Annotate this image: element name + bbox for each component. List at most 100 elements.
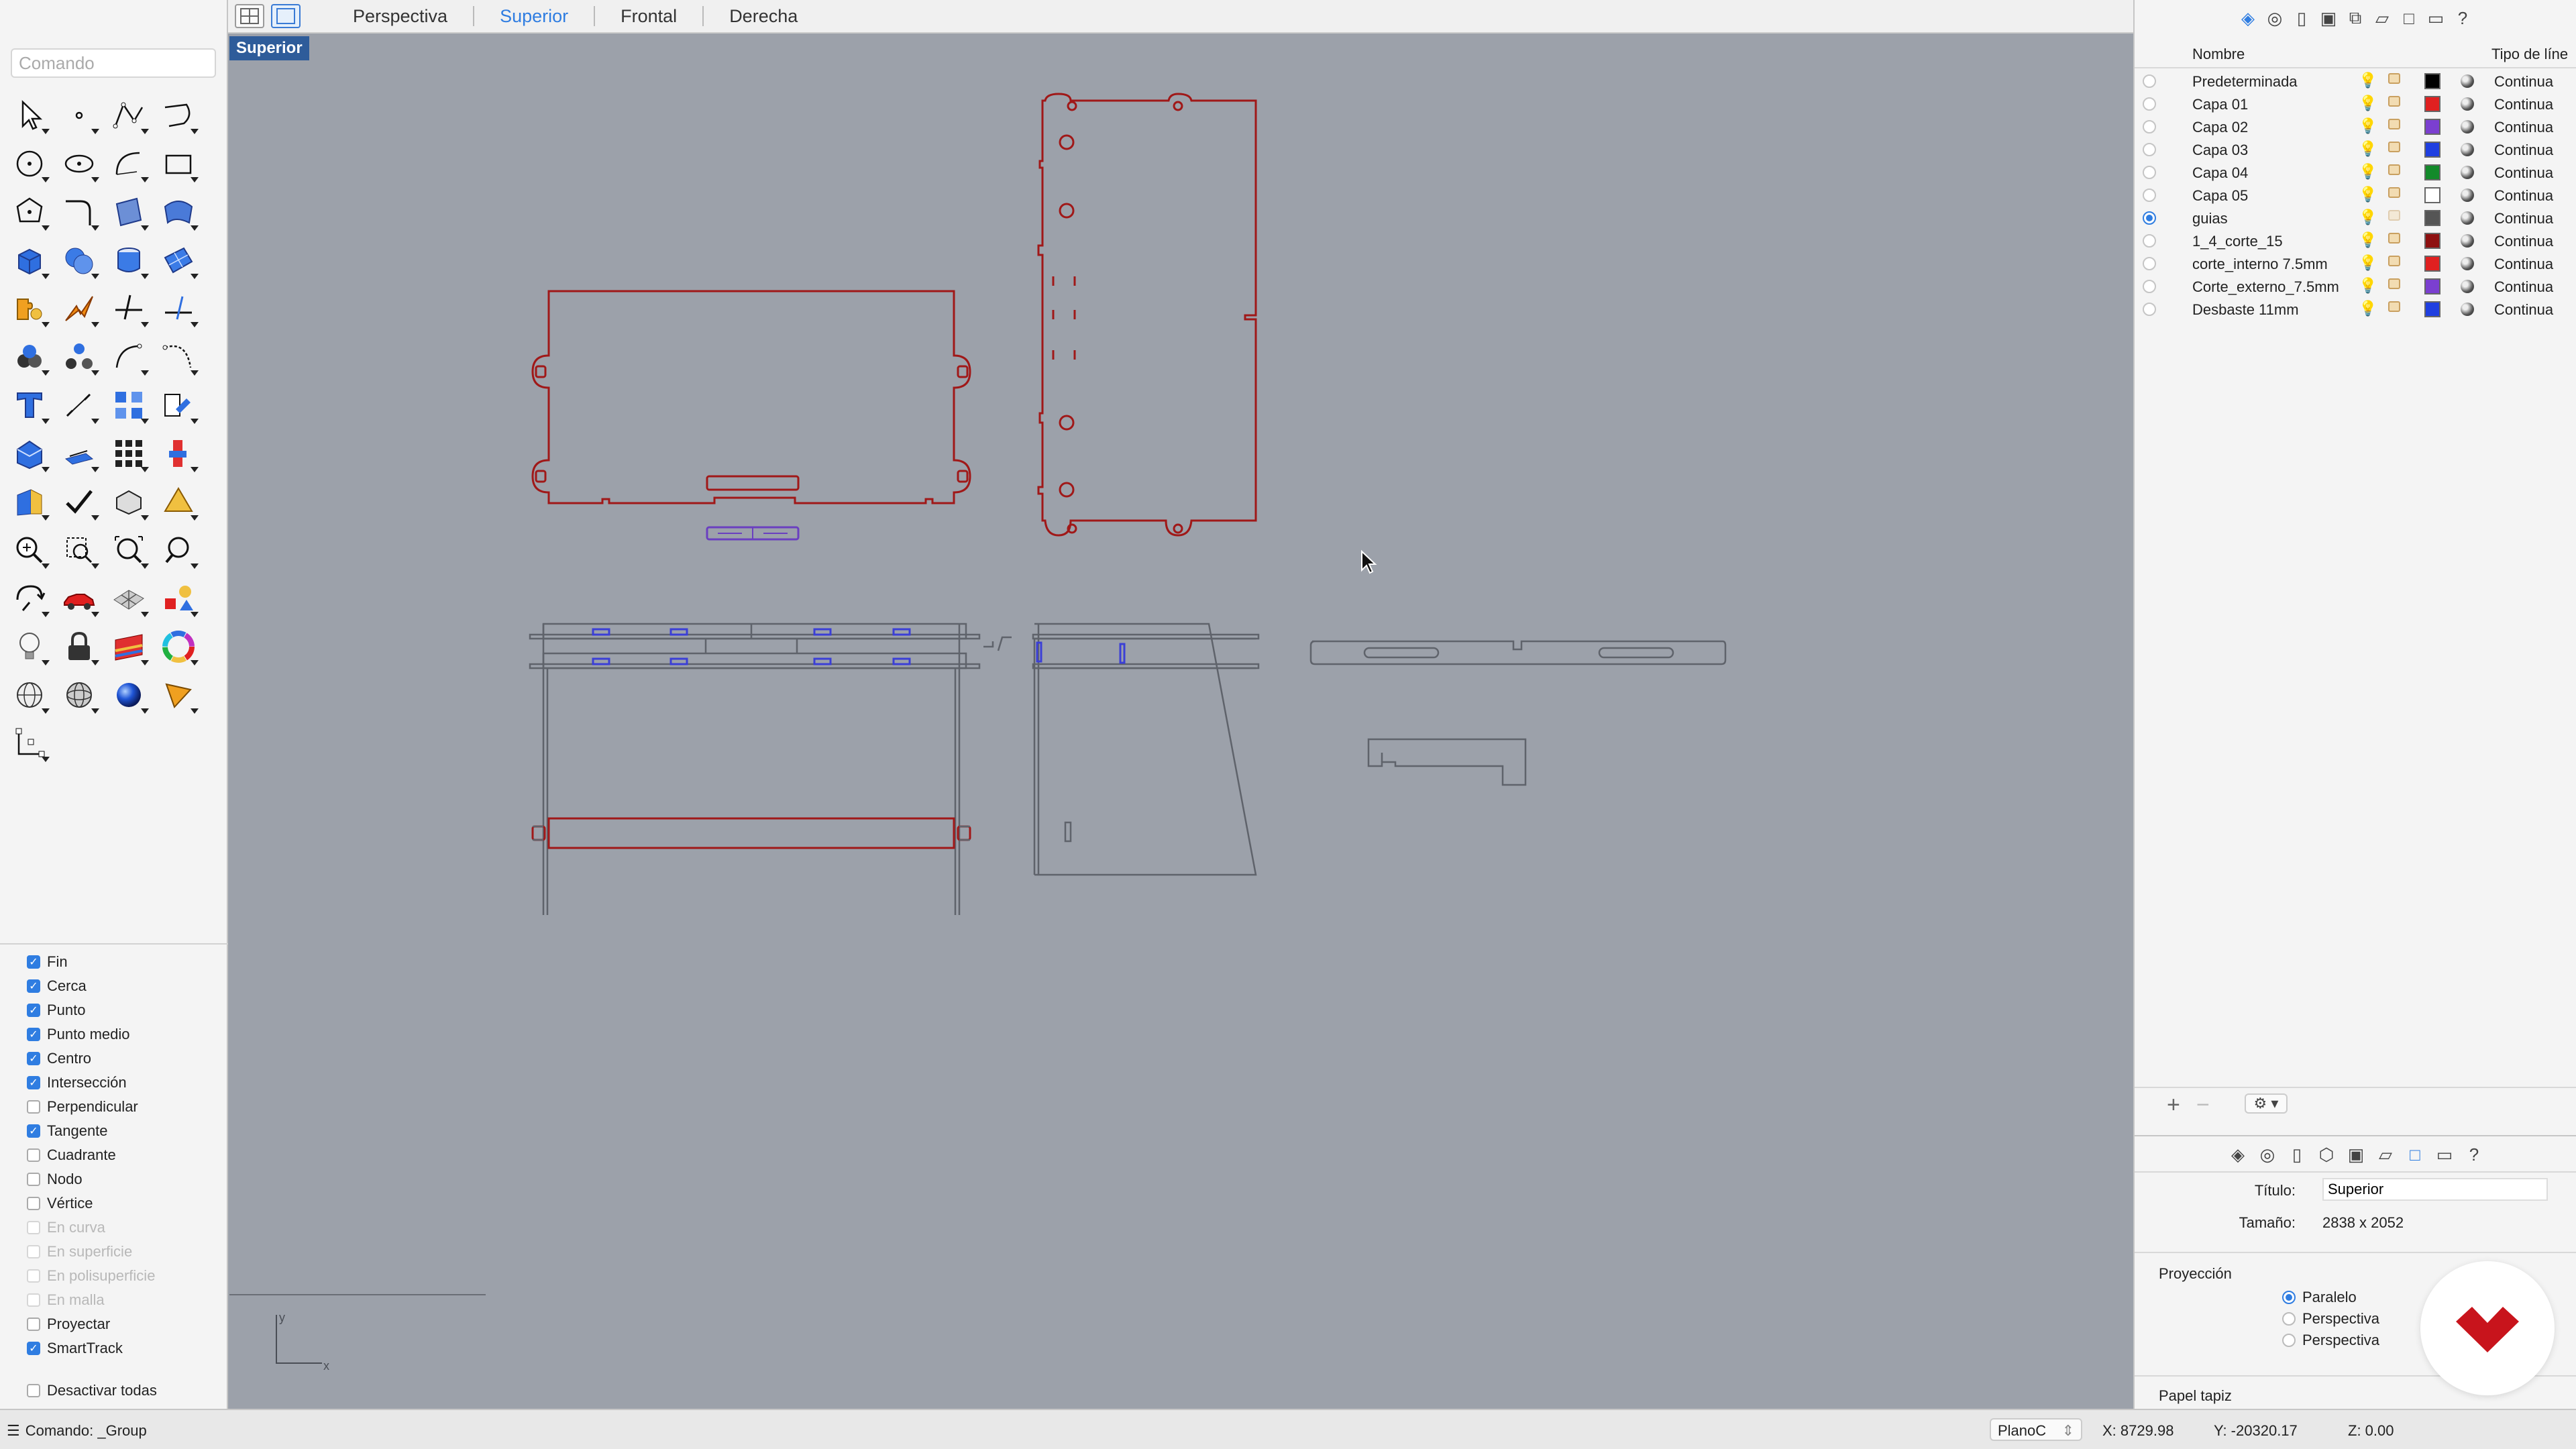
layer-row[interactable]: Capa 03 💡 Continua xyxy=(2135,138,2576,161)
layer-color-swatch[interactable] xyxy=(2424,119,2440,135)
layer-linetype[interactable]: Continua xyxy=(2494,301,2553,319)
layer-current-radio[interactable] xyxy=(2143,74,2156,88)
props-camera-icon[interactable]: ▣ xyxy=(2343,1142,2369,1167)
layer-visibility-bulb-icon[interactable]: 💡 xyxy=(2359,117,2377,135)
rebuild-curve-icon[interactable] xyxy=(154,333,203,381)
blend-tool-icon[interactable] xyxy=(154,381,203,429)
shapes-tool-icon[interactable] xyxy=(154,574,203,623)
layer-linetype[interactable]: Continua xyxy=(2494,73,2553,91)
layer-color-swatch[interactable] xyxy=(2424,187,2440,203)
layers-panel-icon[interactable]: ◈ xyxy=(2235,5,2261,31)
puzzle-tool-icon[interactable] xyxy=(5,284,54,333)
layer-visibility-bulb-icon[interactable]: 💡 xyxy=(2359,186,2377,203)
layer-linetype[interactable]: Continua xyxy=(2494,256,2553,273)
layer-name[interactable]: Corte_externo_7.5mm xyxy=(2192,278,2339,296)
layer-row[interactable]: corte_interno 7.5mm 💡 Continua xyxy=(2135,252,2576,275)
layer-name[interactable]: Predeterminada xyxy=(2192,73,2298,91)
side-panel-outline[interactable] xyxy=(1037,93,1257,537)
help-icon[interactable]: ? xyxy=(2450,5,2475,31)
osnap-en-superficie[interactable]: En superficie xyxy=(27,1240,155,1264)
front-elevation-base[interactable] xyxy=(531,817,971,849)
tab-perspectiva[interactable]: Perspectiva xyxy=(327,6,475,26)
osnap-checkbox[interactable] xyxy=(27,1221,40,1234)
disable-all-checkbox[interactable] xyxy=(27,1384,40,1397)
layer-visibility-bulb-icon[interactable]: 💡 xyxy=(2359,140,2377,158)
layer-material-icon[interactable] xyxy=(2461,189,2474,202)
layer-current-radio[interactable] xyxy=(2143,280,2156,293)
layer-visibility-bulb-icon[interactable]: 💡 xyxy=(2359,72,2377,89)
osnap-en-malla[interactable]: En malla xyxy=(27,1288,155,1312)
projection-radio[interactable] xyxy=(2282,1291,2296,1304)
osnap-punto-medio[interactable]: ✓ Punto medio xyxy=(27,1022,155,1046)
title-field[interactable] xyxy=(2322,1178,2548,1201)
surface-edit-icon[interactable] xyxy=(154,188,203,236)
layer-lock-icon[interactable] xyxy=(2388,210,2400,221)
osnap-checkbox[interactable] xyxy=(27,1293,40,1307)
text-tool-icon[interactable] xyxy=(5,381,54,429)
viewport-panel-icon[interactable]: □ xyxy=(2396,5,2422,31)
props-layers-icon[interactable]: ◈ xyxy=(2225,1142,2251,1167)
group-tool-icon[interactable] xyxy=(5,333,54,381)
osnap-checkbox[interactable]: ✓ xyxy=(27,1028,40,1041)
tab-superior[interactable]: Superior xyxy=(474,6,596,26)
layer-row[interactable]: Capa 01 💡 Continua xyxy=(2135,93,2576,115)
layers-header-name[interactable]: Nombre xyxy=(2192,46,2245,63)
construction-plane-select[interactable]: PlanoC ⇕ xyxy=(1990,1418,2082,1441)
layer-current-radio[interactable] xyxy=(2143,143,2156,156)
render-panel-icon[interactable]: ⧉ xyxy=(2343,5,2368,31)
osnap-intersección[interactable]: ✓ Intersección xyxy=(27,1071,155,1095)
cylinder-tool-icon[interactable] xyxy=(105,236,153,284)
tab-frontal[interactable]: Frontal xyxy=(595,6,704,26)
layer-name[interactable]: Capa 04 xyxy=(2192,164,2248,182)
layer-current-radio[interactable] xyxy=(2143,166,2156,179)
props-material-icon[interactable]: ◎ xyxy=(2255,1142,2280,1167)
osnap-smarttrack[interactable]: ✓ SmartTrack xyxy=(27,1336,155,1360)
layer-row[interactable]: Desbaste 11mm 💡 Continua xyxy=(2135,298,2576,321)
layer-row[interactable]: 1_4_corte_15 💡 Continua xyxy=(2135,229,2576,252)
layer-name[interactable]: Capa 05 xyxy=(2192,187,2248,205)
layer-row[interactable]: guias 💡 Continua xyxy=(2135,207,2576,229)
viewport-label[interactable]: Superior xyxy=(229,36,309,60)
explode-tool-icon[interactable] xyxy=(55,284,103,333)
mesh-tool-icon[interactable] xyxy=(154,236,203,284)
add-layer-button[interactable]: + xyxy=(2167,1092,2180,1118)
layer-current-radio[interactable] xyxy=(2143,97,2156,111)
layer-linetype[interactable]: Continua xyxy=(2494,210,2553,227)
command-input[interactable] xyxy=(11,48,216,78)
solid-tool-icon[interactable] xyxy=(5,429,54,478)
front-panel-outline[interactable] xyxy=(531,290,971,504)
layer-color-swatch[interactable] xyxy=(2424,210,2440,226)
layer-current-radio[interactable] xyxy=(2143,257,2156,270)
layer-row[interactable]: Capa 05 💡 Continua xyxy=(2135,184,2576,207)
front-elevation-base-guides[interactable] xyxy=(533,825,970,841)
curve-tool-icon[interactable] xyxy=(154,91,203,140)
osnap-en-curva[interactable]: En curva xyxy=(27,1216,155,1240)
layer-name[interactable]: Capa 03 xyxy=(2192,142,2248,159)
layer-lock-icon[interactable] xyxy=(2388,256,2400,266)
osnap-tangente[interactable]: ✓ Tangente xyxy=(27,1119,155,1143)
gumball-tool-icon[interactable] xyxy=(154,429,203,478)
circle-tool-icon[interactable] xyxy=(5,140,54,188)
layer-linetype[interactable]: Continua xyxy=(2494,187,2553,205)
layer-color-swatch[interactable] xyxy=(2424,256,2440,272)
layer-linetype[interactable]: Continua xyxy=(2494,164,2553,182)
remove-layer-button[interactable]: − xyxy=(2196,1092,2210,1118)
layer-material-icon[interactable] xyxy=(2461,143,2474,156)
props-viewport-icon[interactable]: □ xyxy=(2402,1142,2428,1167)
osnap-checkbox[interactable]: ✓ xyxy=(27,979,40,993)
split-tool-icon[interactable] xyxy=(154,284,203,333)
ungroup-tool-icon[interactable] xyxy=(55,333,103,381)
layer-color-swatch[interactable] xyxy=(2424,301,2440,317)
layer-options-gear-icon[interactable]: ⚙ ▾ xyxy=(2245,1093,2288,1114)
four-view-layout-button[interactable] xyxy=(235,4,264,28)
osnap-checkbox[interactable]: ✓ xyxy=(27,1342,40,1355)
document-panel-icon[interactable]: ▯ xyxy=(2289,5,2314,31)
osnap-proyectar[interactable]: Proyectar xyxy=(27,1312,155,1336)
layer-lock-icon[interactable] xyxy=(2388,96,2400,107)
layers-header-linetype[interactable]: Tipo de líne xyxy=(2491,46,2568,63)
layer-current-radio[interactable] xyxy=(2143,211,2156,225)
tab-derecha[interactable]: Derecha xyxy=(704,6,823,26)
layer-name[interactable]: guias xyxy=(2192,210,2228,227)
props-help-icon[interactable]: ? xyxy=(2461,1142,2487,1167)
osnap-checkbox[interactable] xyxy=(27,1173,40,1186)
